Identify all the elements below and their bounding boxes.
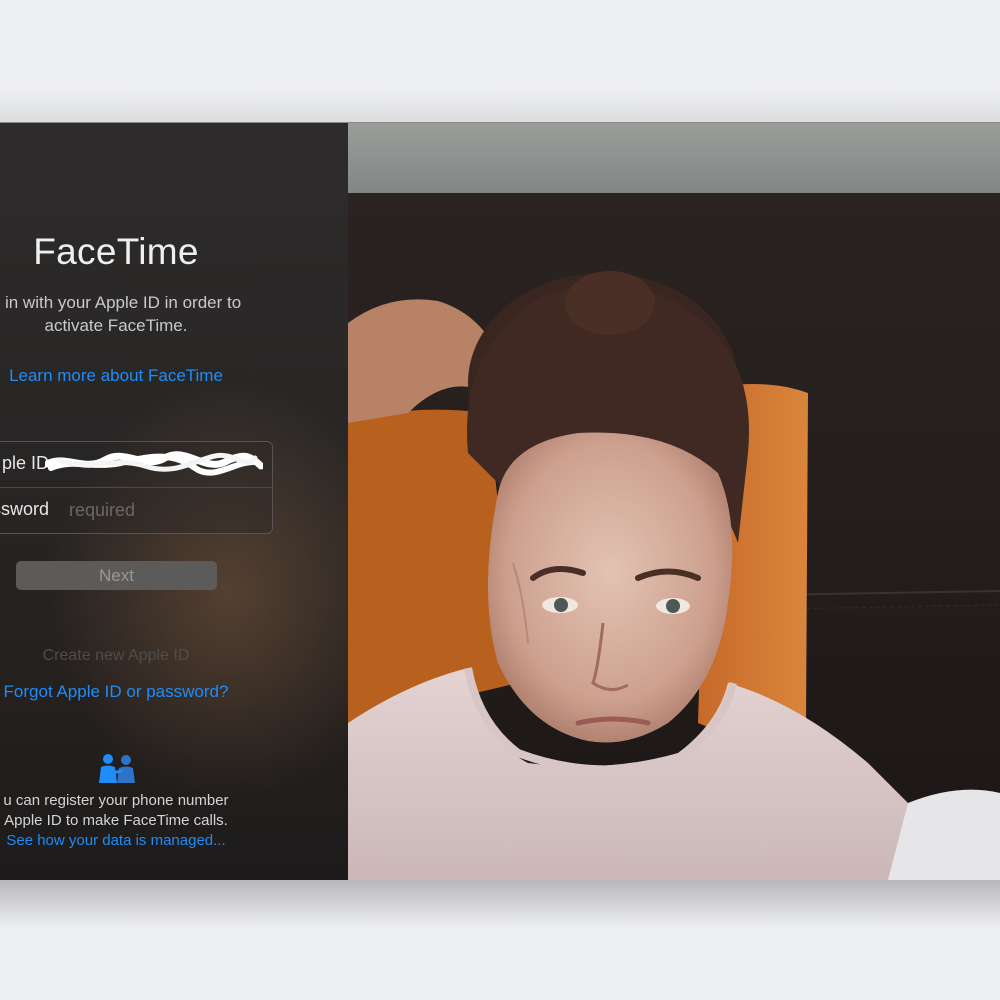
facetime-window: FaceTime n in with your Apple ID in orde… bbox=[0, 122, 1000, 880]
next-button[interactable]: Next bbox=[16, 561, 217, 590]
learn-more-link[interactable]: Learn more about FaceTime bbox=[0, 366, 316, 386]
instructions-line-2: activate FaceTime. bbox=[44, 316, 188, 335]
apple-id-row: ple ID bbox=[0, 442, 272, 488]
phone-registration-info: u can register your phone number Apple I… bbox=[0, 791, 316, 851]
password-label: ssword bbox=[0, 499, 49, 519]
create-apple-id-link[interactable]: Create new Apple ID bbox=[0, 647, 316, 665]
camera-image bbox=[348, 123, 1000, 880]
redaction-scribble bbox=[45, 451, 263, 476]
sign-in-instructions: n in with your Apple ID in order to acti… bbox=[0, 291, 316, 337]
info-line-2: Apple ID to make FaceTime calls. bbox=[4, 812, 228, 829]
info-line-1: u can register your phone number bbox=[3, 792, 229, 809]
forgot-apple-id-link[interactable]: Forgot Apple ID or password? bbox=[0, 682, 316, 702]
sign-in-form: ple ID ssword bbox=[0, 441, 273, 534]
sign-in-panel: FaceTime n in with your Apple ID in orde… bbox=[0, 123, 348, 880]
people-icon bbox=[99, 754, 135, 783]
password-row: ssword bbox=[0, 488, 272, 533]
camera-preview bbox=[348, 123, 1000, 880]
window-shadow-bottom bbox=[0, 878, 1000, 928]
password-field[interactable] bbox=[69, 494, 259, 526]
data-management-link[interactable]: See how your data is managed... bbox=[0, 831, 316, 851]
instructions-line-1: n in with your Apple ID in order to bbox=[0, 293, 242, 312]
app-title: FaceTime bbox=[33, 231, 199, 272]
apple-id-label: ple ID bbox=[1, 453, 49, 473]
